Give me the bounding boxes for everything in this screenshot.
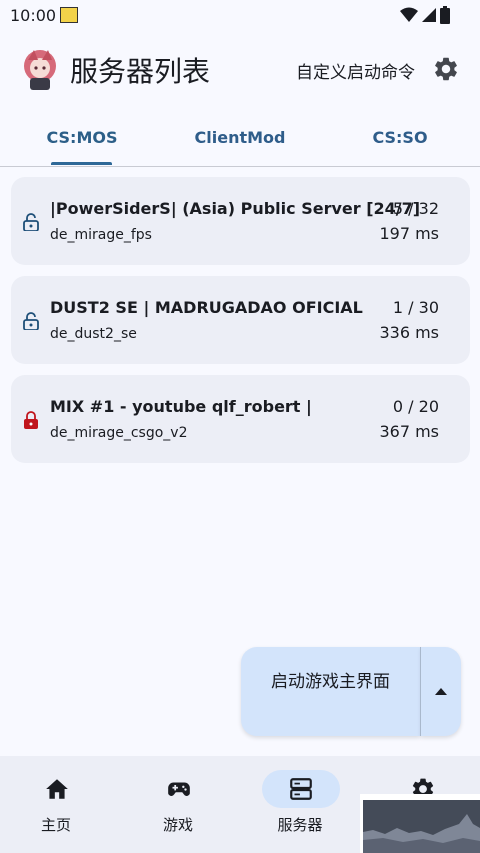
preview-thumbnail[interactable] xyxy=(360,794,480,853)
server-name: DUST2 SE | MADRUGADAO OFICIAL xyxy=(50,298,363,317)
server-map: de_mirage_csgo_v2 xyxy=(50,425,188,441)
tab-indicator xyxy=(51,162,112,165)
page-title: 服务器列表 xyxy=(70,55,211,88)
notification-app-icon xyxy=(60,7,78,23)
wifi-icon xyxy=(400,7,418,22)
home-icon xyxy=(46,779,68,799)
nav-games-label: 游戏 xyxy=(162,816,193,834)
server-players: 0 / 20 xyxy=(392,397,439,416)
status-bar: 10:00 xyxy=(0,0,480,30)
launch-split-button: 启动游戏主界面 xyxy=(241,647,461,736)
server-name: |PowerSiderS| (Asia) Public Server [24/7… xyxy=(50,199,421,218)
gamepad-icon xyxy=(168,782,190,796)
app-bar: 服务器列表 自定义启动命令 xyxy=(0,36,480,100)
server-players: 5 / 32 xyxy=(392,199,439,218)
nav-games[interactable]: 游戏 xyxy=(118,756,238,853)
launch-game-button[interactable]: 启动游戏主界面 xyxy=(241,647,420,736)
avatar[interactable] xyxy=(20,46,60,92)
server-ping: 367 ms xyxy=(379,422,439,441)
server-players: 1 / 30 xyxy=(392,298,439,317)
custom-launch-command-button[interactable]: 自定义启动命令 xyxy=(296,58,415,83)
server-icon xyxy=(290,778,312,800)
status-icons xyxy=(400,6,450,24)
nav-home-label: 主页 xyxy=(40,816,71,834)
nav-servers-label: 服务器 xyxy=(277,816,323,834)
server-ping: 336 ms xyxy=(379,323,439,342)
server-map: de_dust2_se xyxy=(50,326,137,342)
status-time: 10:00 xyxy=(10,6,57,25)
battery-icon xyxy=(440,6,450,24)
server-card[interactable]: DUST2 SE | MADRUGADAO OFICIAL de_dust2_s… xyxy=(11,276,470,364)
tab-cs-so[interactable]: CS:SO xyxy=(340,118,460,166)
server-card[interactable]: MIX #1 - youtube qlf_robert | de_mirage_… xyxy=(11,375,470,463)
settings-gear-icon[interactable] xyxy=(432,55,460,83)
tab-cs-mos[interactable]: CS:MOS xyxy=(22,118,142,166)
server-card[interactable]: |PowerSiderS| (Asia) Public Server [24/7… xyxy=(11,177,470,265)
server-map: de_mirage_fps xyxy=(50,227,152,243)
nav-servers[interactable]: 服务器 xyxy=(240,756,360,853)
arrow-up-icon xyxy=(435,688,447,695)
lock-closed-icon xyxy=(24,411,38,429)
tab-bar: CS:MOS ClientMod CS:SO xyxy=(0,118,480,167)
lock-open-icon xyxy=(23,213,39,231)
signal-icon xyxy=(422,8,436,22)
tab-clientmod[interactable]: ClientMod xyxy=(180,118,300,166)
launch-menu-button[interactable] xyxy=(420,647,461,736)
nav-home[interactable]: 主页 xyxy=(0,756,116,853)
preview-landscape xyxy=(363,800,480,853)
server-ping: 197 ms xyxy=(379,224,439,243)
launch-game-label: 启动游戏主界面 xyxy=(271,672,390,692)
preview-image xyxy=(363,800,480,853)
lock-open-icon xyxy=(23,312,39,330)
server-name: MIX #1 - youtube qlf_robert | xyxy=(50,397,312,416)
